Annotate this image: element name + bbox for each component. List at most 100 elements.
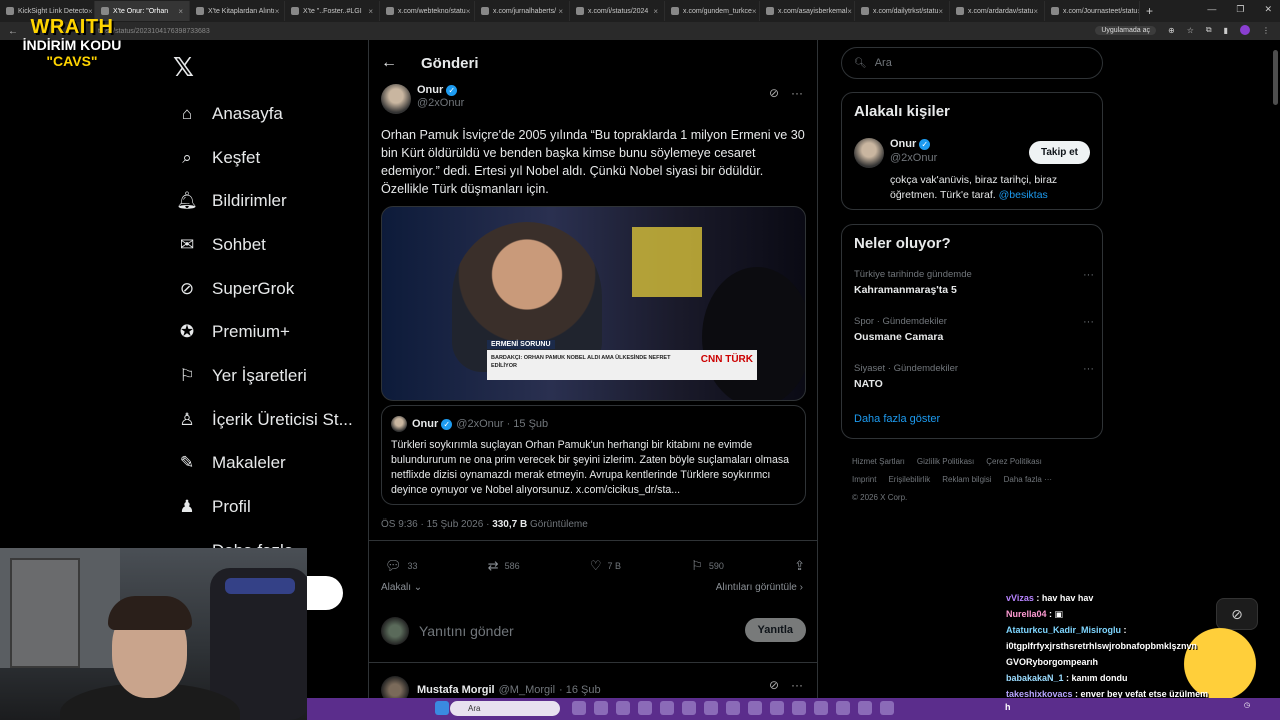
more-options-icon[interactable]: ··· xyxy=(1083,269,1094,281)
star-icon[interactable]: ☆ xyxy=(1187,26,1194,35)
extensions-icon[interactable]: ⧉ xyxy=(1206,25,1212,35)
share-action[interactable]: ⇪ xyxy=(794,558,805,574)
terminal-icon[interactable] xyxy=(726,701,740,715)
tab-close-icon[interactable]: × xyxy=(847,7,852,16)
browser-tab[interactable]: X'te "..Foster..#LGI × xyxy=(285,1,380,21)
profile-avatar[interactable] xyxy=(1240,25,1250,35)
tab-close-icon[interactable]: × xyxy=(275,7,280,16)
windows-start-icon[interactable] xyxy=(435,701,449,715)
sidebar-item-6[interactable]: ✪ Premium+ xyxy=(176,310,353,354)
footer-link[interactable]: Reklam bilgisi xyxy=(942,475,991,484)
avatar[interactable] xyxy=(854,138,884,168)
footer-link[interactable]: Daha fazla ··· xyxy=(1004,475,1052,484)
footer-link[interactable]: Çerez Politikası xyxy=(986,457,1042,466)
author-handle[interactable]: @2xOnur xyxy=(417,97,464,109)
browser-tab[interactable]: x.com/ardardav/statu × xyxy=(950,1,1045,21)
trend-item[interactable]: Spor · Gündemdekiler Ousmane Camara ··· xyxy=(854,316,1094,343)
footer-link[interactable]: © 2026 X Corp. xyxy=(852,493,907,502)
steam-icon[interactable] xyxy=(792,701,806,715)
tab-close-icon[interactable]: × xyxy=(1137,7,1139,16)
grok-icon[interactable]: ⊘ xyxy=(769,86,779,100)
more-options-icon[interactable]: ··· xyxy=(791,86,803,100)
store-icon[interactable] xyxy=(660,701,674,715)
more-options-icon[interactable]: ··· xyxy=(1083,363,1094,375)
obs-icon[interactable] xyxy=(704,701,718,715)
x-logo-icon[interactable]: 𝕏 xyxy=(173,52,194,83)
trend-item[interactable]: Siyaset · Gündemdekiler NATO ··· xyxy=(854,363,1094,390)
open-in-app-button[interactable]: Uygulamada aç xyxy=(1095,25,1156,35)
show-more-link[interactable]: Daha fazla göster xyxy=(854,413,940,425)
browser-tab[interactable]: X'te Kitaplardan Alıntı × xyxy=(190,1,285,21)
tab-close-icon[interactable]: × xyxy=(653,7,658,16)
file-explorer-icon[interactable] xyxy=(572,701,586,715)
more-options-icon[interactable]: ··· xyxy=(1083,316,1094,328)
repost-action[interactable]: ⇄ 586 xyxy=(488,558,520,574)
tab-close-icon[interactable]: × xyxy=(466,7,471,16)
quoted-post[interactable]: Onur ✓ @2xOnur · 15 Şub Türkleri soykırı… xyxy=(381,405,806,505)
footer-link[interactable]: Gizlilik Politikası xyxy=(917,457,974,466)
reply-button[interactable]: Yanıtla xyxy=(744,618,806,642)
zoom-icon[interactable]: ⊕ xyxy=(1168,26,1175,35)
grok-icon[interactable]: ⊘ xyxy=(769,678,779,692)
avatar[interactable] xyxy=(381,84,411,114)
chrome-icon[interactable] xyxy=(616,701,630,715)
tab-close-icon[interactable]: × xyxy=(88,7,93,16)
app-icon[interactable] xyxy=(836,701,850,715)
app-icon[interactable] xyxy=(880,701,894,715)
browser-tab[interactable]: x.com/gundem_turkce × xyxy=(665,1,760,21)
edge-icon[interactable] xyxy=(594,701,608,715)
browser-tab[interactable]: x.com/dailytrkst/statu × xyxy=(855,1,950,21)
settings-icon[interactable] xyxy=(814,701,828,715)
new-tab-icon[interactable]: + xyxy=(1146,4,1153,18)
post-video[interactable]: ERMENİ SORUNU BARDAKÇI: ORHAN PAMUK NOBE… xyxy=(381,206,806,401)
reply-input[interactable]: Yanıtını gönder xyxy=(419,623,514,639)
sidebar-item-10[interactable]: ♟ Profil xyxy=(176,485,353,529)
browser-tab[interactable]: x.com/webtekno/statu × xyxy=(380,1,475,21)
photos-icon[interactable] xyxy=(748,701,762,715)
app-icon[interactable] xyxy=(858,701,872,715)
tab-close-icon[interactable]: × xyxy=(752,7,757,16)
tab-close-icon[interactable]: × xyxy=(178,7,183,16)
trend-item[interactable]: Türkiye tarihinde gündemde Kahramanmaraş'… xyxy=(854,269,1094,296)
relevance-dropdown[interactable]: Alakalı ⌄ xyxy=(381,582,422,593)
bio-link[interactable]: @besiktas xyxy=(999,189,1048,201)
tab-close-icon[interactable]: × xyxy=(558,7,563,16)
taskbar-search[interactable]: Ara xyxy=(450,701,560,716)
browser-tab[interactable]: x.com/i/status/2024 × xyxy=(570,1,665,21)
follow-button[interactable]: Takip et xyxy=(1028,141,1090,164)
sidebar-item-2[interactable]: ⌕ Keşfet xyxy=(176,136,353,180)
browser-tab[interactable]: x.com/jurnalhaberts/× xyxy=(475,1,570,21)
footer-link[interactable]: Hizmet Şartları xyxy=(852,457,905,466)
sidebar-icon[interactable]: ▮ xyxy=(1224,26,1228,35)
sidebar-item-7[interactable]: ⚐ Yer İşaretleri xyxy=(176,354,353,398)
back-arrow-icon[interactable]: ← xyxy=(381,54,397,72)
sidebar-item-1[interactable]: ⌂ Anasayfa xyxy=(176,92,353,136)
discord-icon[interactable] xyxy=(682,701,696,715)
sidebar-item-8[interactable]: ♙ İçerik Üreticisi St... xyxy=(176,398,352,442)
sidebar-item-3[interactable]: 🔔︎ Bildirimler xyxy=(176,179,353,223)
maximize-icon[interactable]: ❐ xyxy=(1236,4,1244,15)
browser-tab[interactable]: x.com/Journasteet/statu× xyxy=(1045,1,1140,21)
reply-action[interactable]: 💬︎ 33 xyxy=(385,558,418,574)
browser-tab[interactable]: x.com/asayisberkemal × xyxy=(760,1,855,21)
footer-link[interactable]: Imprint xyxy=(852,475,876,484)
tab-close-icon[interactable]: × xyxy=(1033,7,1038,16)
bookmark-action[interactable]: ⚐ 590 xyxy=(691,558,724,574)
sidebar-item-4[interactable]: ✉ Sohbet xyxy=(176,223,353,267)
spotify-icon[interactable] xyxy=(770,701,784,715)
more-options-icon[interactable]: ··· xyxy=(791,678,803,692)
tab-close-icon[interactable]: × xyxy=(368,7,373,16)
mail-app-icon[interactable] xyxy=(638,701,652,715)
search-input[interactable]: 🔍︎ Ara xyxy=(841,47,1103,79)
tab-close-icon[interactable]: × xyxy=(938,7,943,16)
related-name[interactable]: Onur xyxy=(890,138,916,150)
view-quotes-link[interactable]: Alıntıları görüntüle › xyxy=(716,582,803,593)
scrollbar[interactable] xyxy=(1273,50,1278,105)
back-icon[interactable]: ← xyxy=(8,26,18,37)
like-action[interactable]: ♡ 7 B xyxy=(590,558,621,574)
author-name[interactable]: Onur xyxy=(417,84,443,96)
minimize-icon[interactable]: — xyxy=(1207,4,1216,15)
menu-icon[interactable]: ⋮ xyxy=(1262,26,1270,35)
sidebar-item-9[interactable]: ✎ Makaleler xyxy=(176,442,353,486)
footer-link[interactable]: Erişilebilirlik xyxy=(888,475,930,484)
